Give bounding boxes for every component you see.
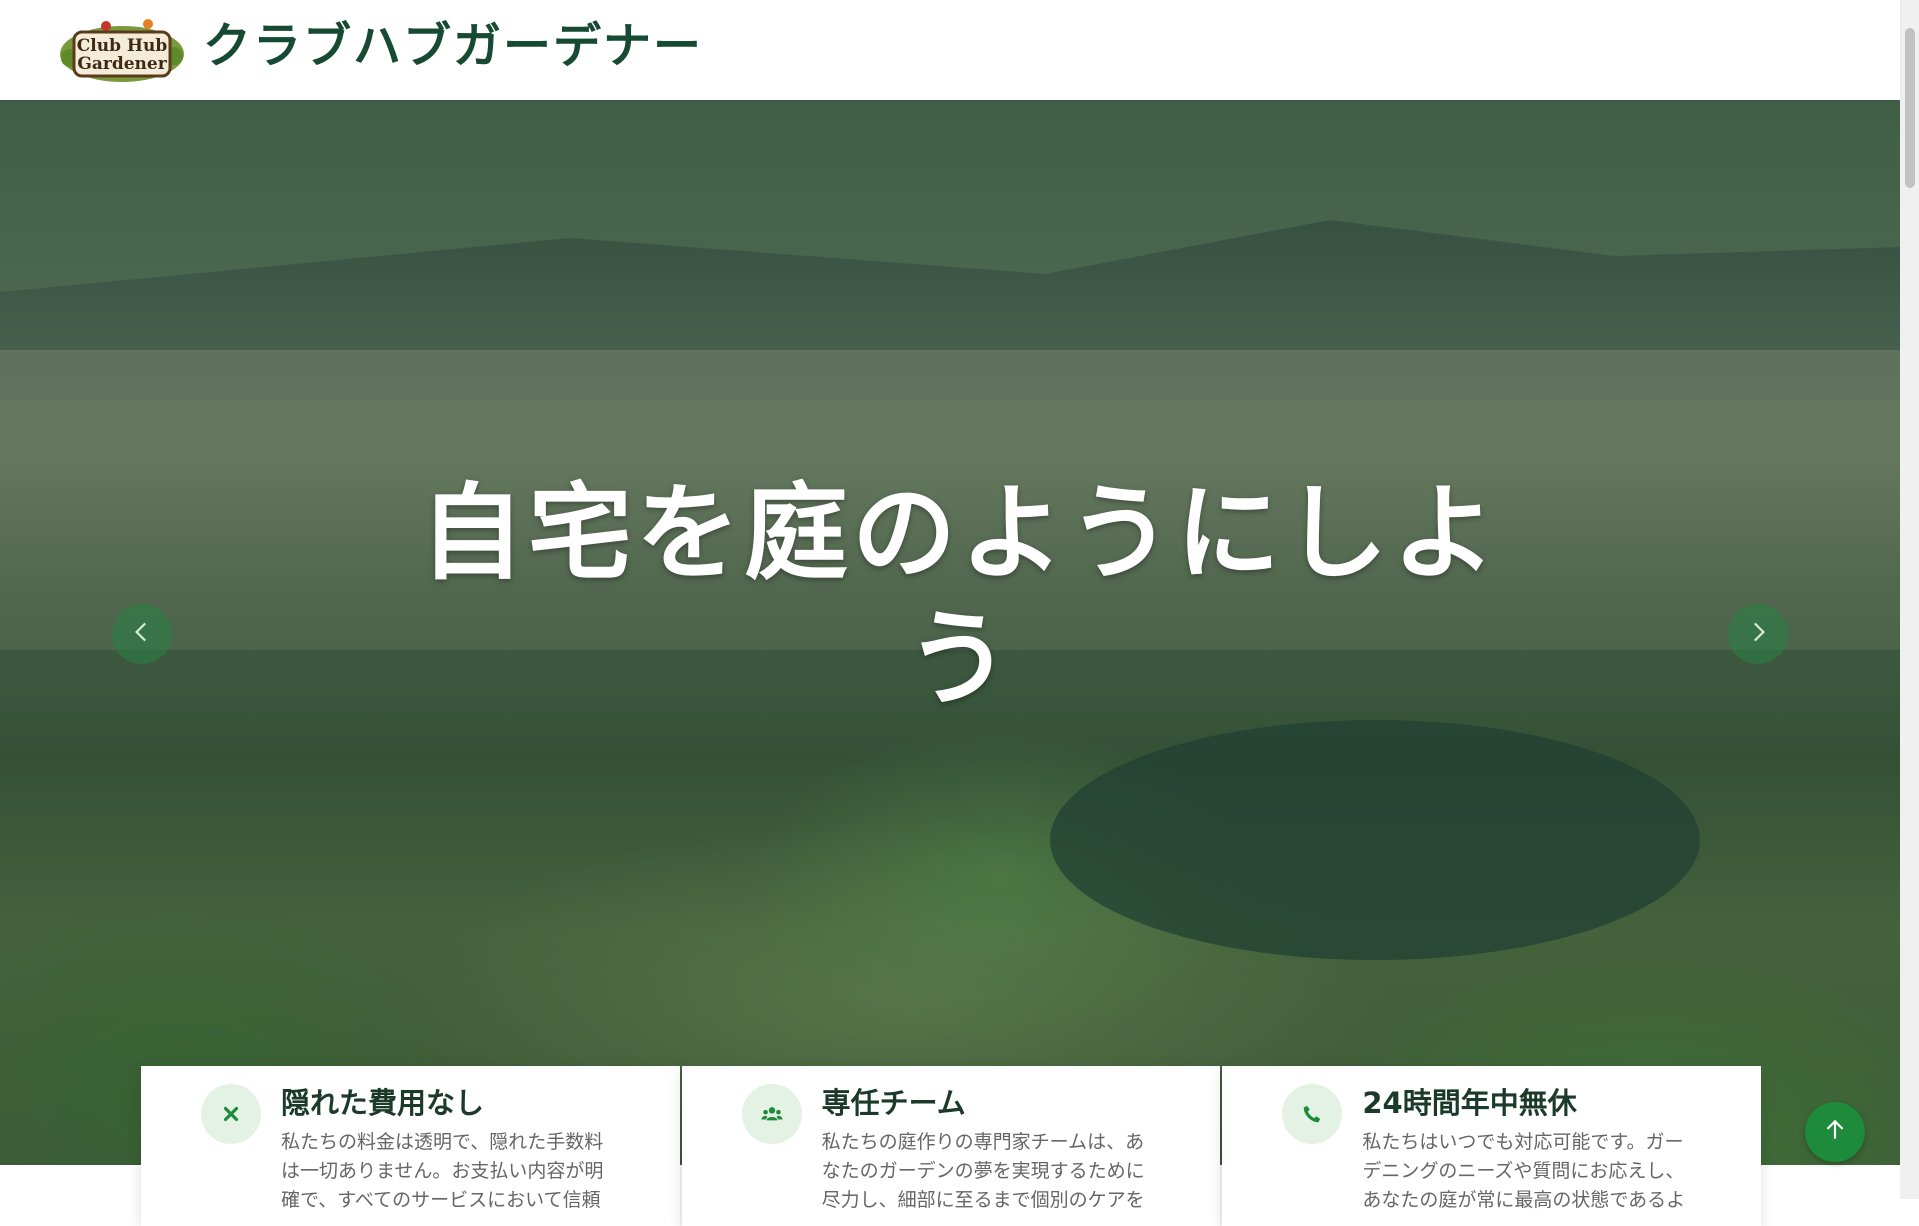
feature-cards: 隠れた費用なし 私たちの料金は透明で、隠れた手数料は一切ありません。お支払い内容… [141,1066,1762,1226]
svg-text:Club Hub: Club Hub [77,36,168,56]
brand-name[interactable]: クラブハブガーデナー [203,14,703,78]
page-scrollbar[interactable] [1900,0,1919,1199]
feature-title: 24時間年中無休 [1362,1086,1577,1120]
hero-slider: 自宅を庭のようにしよう [0,100,1900,1165]
feature-text: 私たちの庭作りの専門家チームは、あなたのガーデンの夢を実現するために尽力し、細部… [821,1131,1145,1211]
chevron-right-icon [1745,619,1771,649]
phone-icon [1282,1084,1343,1144]
feature-title: 専任チーム [821,1086,966,1120]
hero-title: 自宅を庭のようにしよう [420,472,1501,720]
feature-title: 隠れた費用なし [281,1086,485,1120]
close-icon [201,1084,261,1144]
slider-next-button[interactable] [1728,604,1788,664]
feature-card-no-hidden-fees: 隠れた費用なし 私たちの料金は透明で、隠れた手数料は一切ありません。お支払い内容… [141,1066,680,1226]
feature-text: 私たちはいつでも対応可能です。ガーデニングのニーズや質問にお応えし、あなたの庭が… [1362,1131,1686,1211]
site-header: Club Hub Gardener クラブハブガーデナー [0,0,1900,100]
arrow-up-icon [1822,1117,1848,1147]
scroll-to-top-button[interactable] [1805,1102,1865,1162]
feature-text: 私たちの料金は透明で、隠れた手数料は一切ありません。お支払い内容が明確で、すべて… [281,1131,604,1211]
feature-card-24-7: 24時間年中無休 私たちはいつでも対応可能です。ガーデニングのニーズや質問にお応… [1222,1066,1762,1226]
feature-card-dedicated-team: 専任チーム 私たちの庭作りの専門家チームは、あなたのガーデンの夢を実現するために… [681,1066,1221,1226]
slider-prev-button[interactable] [112,604,172,664]
svg-text:Gardener: Gardener [77,54,167,74]
site-logo[interactable]: Club Hub Gardener [58,18,186,84]
scrollbar-thumb[interactable] [1905,28,1915,188]
chevron-left-icon [129,619,155,649]
team-icon [741,1084,802,1144]
